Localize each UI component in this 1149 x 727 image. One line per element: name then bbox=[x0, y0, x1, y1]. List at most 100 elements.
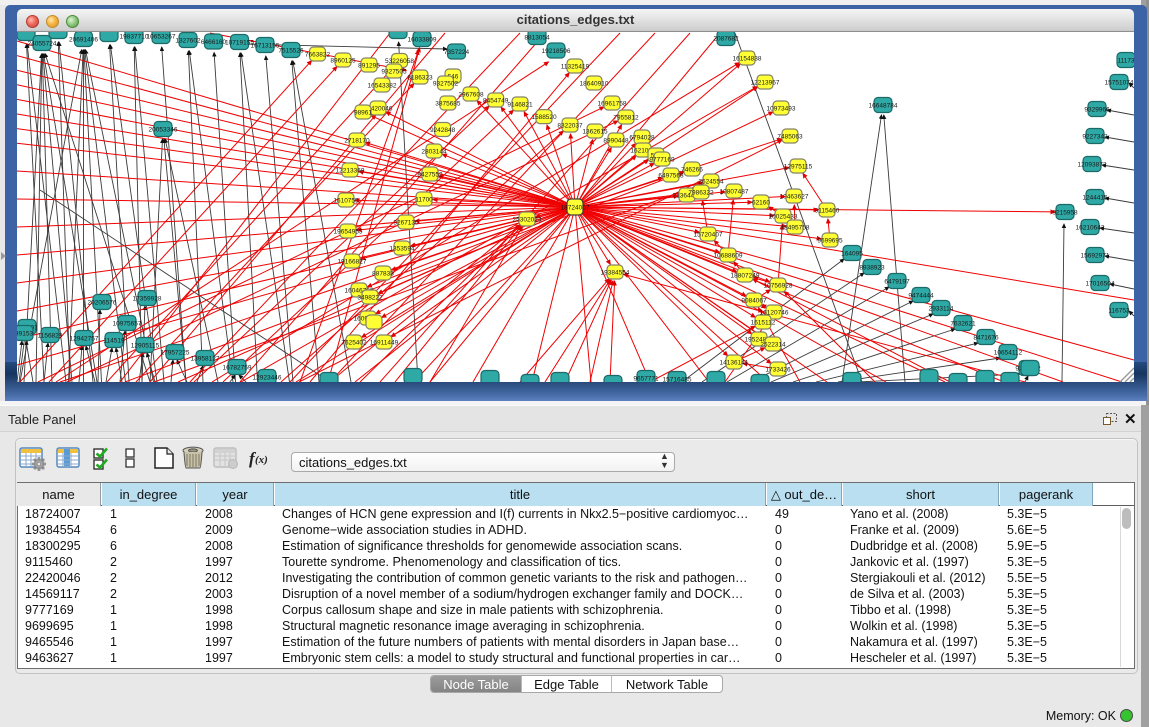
svg-text:12093872: 12093872 bbox=[1078, 161, 1107, 168]
svg-text:2933114: 2933114 bbox=[929, 305, 954, 312]
svg-text:3624554: 3624554 bbox=[698, 178, 724, 185]
svg-text:20691406: 20691406 bbox=[69, 36, 98, 43]
svg-text:10807487: 10807487 bbox=[720, 188, 749, 195]
svg-text:16713155: 16713155 bbox=[251, 42, 280, 49]
svg-text:8813054: 8813054 bbox=[524, 34, 550, 41]
svg-text:16154838: 16154838 bbox=[733, 55, 762, 62]
svg-text:114519: 114519 bbox=[103, 337, 125, 344]
svg-text:6466160: 6466160 bbox=[201, 39, 227, 46]
svg-text:12213967: 12213967 bbox=[751, 79, 780, 86]
svg-text:62160: 62160 bbox=[752, 199, 770, 206]
svg-text:16210643: 16210643 bbox=[1076, 224, 1105, 231]
svg-text:9242848: 9242848 bbox=[430, 127, 456, 134]
svg-text:8454749: 8454749 bbox=[483, 97, 509, 104]
svg-text:7625402: 7625402 bbox=[341, 339, 367, 346]
svg-text:164095: 164095 bbox=[841, 250, 863, 257]
svg-text:15751074: 15751074 bbox=[1105, 79, 1134, 86]
svg-text:16782759: 16782759 bbox=[223, 364, 252, 371]
svg-text:9327505: 9327505 bbox=[381, 68, 407, 75]
svg-text:16911449: 16911449 bbox=[370, 339, 399, 346]
svg-text:18724007: 18724007 bbox=[561, 204, 590, 211]
svg-text:11325419: 11325419 bbox=[561, 63, 590, 70]
svg-text:17016504: 17016504 bbox=[1086, 280, 1115, 287]
svg-text:1615112: 1615112 bbox=[751, 319, 776, 326]
svg-text:9215958: 9215958 bbox=[1052, 209, 1078, 216]
svg-text:1353594: 1353594 bbox=[389, 245, 415, 252]
svg-text:116753: 116753 bbox=[1108, 307, 1130, 314]
svg-text:8471676: 8471676 bbox=[973, 334, 999, 341]
svg-text:17359928: 17359928 bbox=[133, 295, 162, 302]
svg-text:15716485: 15716485 bbox=[663, 376, 692, 382]
svg-text:7663822: 7663822 bbox=[305, 51, 331, 58]
svg-text:16033809: 16033809 bbox=[408, 36, 437, 43]
svg-text:1244415: 1244415 bbox=[1082, 194, 1108, 201]
svg-text:10975657: 10975657 bbox=[113, 320, 142, 327]
svg-text:2967608: 2967608 bbox=[458, 91, 484, 98]
svg-text:6497568: 6497568 bbox=[658, 172, 684, 179]
svg-text:18807249: 18807249 bbox=[731, 272, 760, 279]
svg-text:8427552: 8427552 bbox=[417, 171, 443, 178]
svg-text:10654112: 10654112 bbox=[994, 349, 1023, 356]
svg-text:1327602: 1327602 bbox=[175, 37, 201, 44]
svg-text:10756928: 10756928 bbox=[764, 282, 793, 289]
svg-text:10463627: 10463627 bbox=[780, 193, 809, 200]
svg-text:746266: 746266 bbox=[681, 166, 703, 173]
svg-text:20206576: 20206576 bbox=[88, 299, 117, 306]
svg-text:1156829: 1156829 bbox=[38, 332, 63, 339]
svg-text:16648784: 16648784 bbox=[869, 102, 898, 109]
svg-text:39153: 39153 bbox=[17, 330, 33, 337]
svg-text:1610755: 1610755 bbox=[333, 197, 359, 204]
svg-text:12923446: 12923446 bbox=[253, 374, 282, 381]
svg-text:1362615: 1362615 bbox=[582, 128, 608, 135]
svg-text:9084067: 9084067 bbox=[741, 297, 767, 304]
svg-text:12975115: 12975115 bbox=[784, 163, 813, 170]
svg-text:98961: 98961 bbox=[354, 109, 372, 116]
svg-text:11700: 11700 bbox=[415, 196, 433, 203]
svg-text:19837710: 19837710 bbox=[120, 33, 149, 40]
svg-text:887833: 887833 bbox=[372, 270, 394, 277]
svg-text:10688609: 10688609 bbox=[714, 252, 743, 259]
svg-text:(x): (x) bbox=[255, 454, 268, 466]
svg-text:15692971: 15692971 bbox=[1081, 252, 1110, 259]
svg-text:25302023: 25302023 bbox=[513, 216, 542, 223]
svg-text:3267130: 3267130 bbox=[393, 219, 419, 226]
svg-text:9115460: 9115460 bbox=[815, 207, 840, 214]
svg-text:18495758: 18495758 bbox=[781, 224, 810, 231]
svg-text:7357224: 7357224 bbox=[444, 49, 470, 56]
svg-text:8960125: 8960125 bbox=[330, 57, 356, 64]
svg-text:9146821: 9146821 bbox=[507, 101, 533, 108]
svg-text:7632621: 7632621 bbox=[950, 320, 976, 327]
svg-text:19384554: 19384554 bbox=[601, 269, 630, 276]
svg-text:9657771: 9657771 bbox=[633, 375, 659, 382]
svg-text:2718170: 2718170 bbox=[344, 137, 370, 144]
svg-text:19654955: 19654955 bbox=[334, 228, 363, 235]
svg-text:7986322: 7986322 bbox=[688, 189, 714, 196]
svg-text:14136141: 14136141 bbox=[720, 359, 749, 366]
svg-text:2803144: 2803144 bbox=[421, 148, 447, 155]
svg-text:6794028: 6794028 bbox=[629, 134, 655, 141]
svg-text:7955812: 7955812 bbox=[613, 114, 639, 121]
svg-text:16543382: 16543382 bbox=[368, 82, 397, 89]
svg-text:891295: 891295 bbox=[358, 62, 380, 69]
svg-text:7485063: 7485063 bbox=[777, 133, 803, 140]
svg-text:9474444: 9474444 bbox=[908, 292, 934, 299]
svg-text:12942757: 12942757 bbox=[70, 335, 99, 342]
svg-text:6479197: 6479197 bbox=[884, 278, 910, 285]
svg-text:17957225: 17957225 bbox=[161, 349, 190, 356]
svg-text:11173: 11173 bbox=[1117, 57, 1134, 64]
svg-text:12213369: 12213369 bbox=[336, 167, 365, 174]
svg-text:8186323: 8186323 bbox=[407, 74, 433, 81]
svg-text:7515526: 7515526 bbox=[278, 47, 304, 54]
svg-text:15720407: 15720407 bbox=[694, 231, 723, 238]
svg-text:13958127: 13958127 bbox=[191, 355, 220, 362]
svg-text:2087682: 2087682 bbox=[713, 35, 739, 42]
svg-text:16961758: 16961758 bbox=[598, 100, 627, 107]
svg-text:3498222: 3498222 bbox=[357, 294, 383, 301]
svg-text:1733426: 1733426 bbox=[765, 366, 791, 373]
svg-text:9777169: 9777169 bbox=[649, 156, 675, 163]
svg-text:8990448: 8990448 bbox=[603, 137, 629, 144]
svg-text:9699695: 9699695 bbox=[817, 237, 843, 244]
svg-text:19166827: 19166827 bbox=[338, 258, 367, 265]
svg-text:2522314: 2522314 bbox=[760, 341, 786, 348]
svg-text:20053346: 20053346 bbox=[149, 126, 178, 133]
